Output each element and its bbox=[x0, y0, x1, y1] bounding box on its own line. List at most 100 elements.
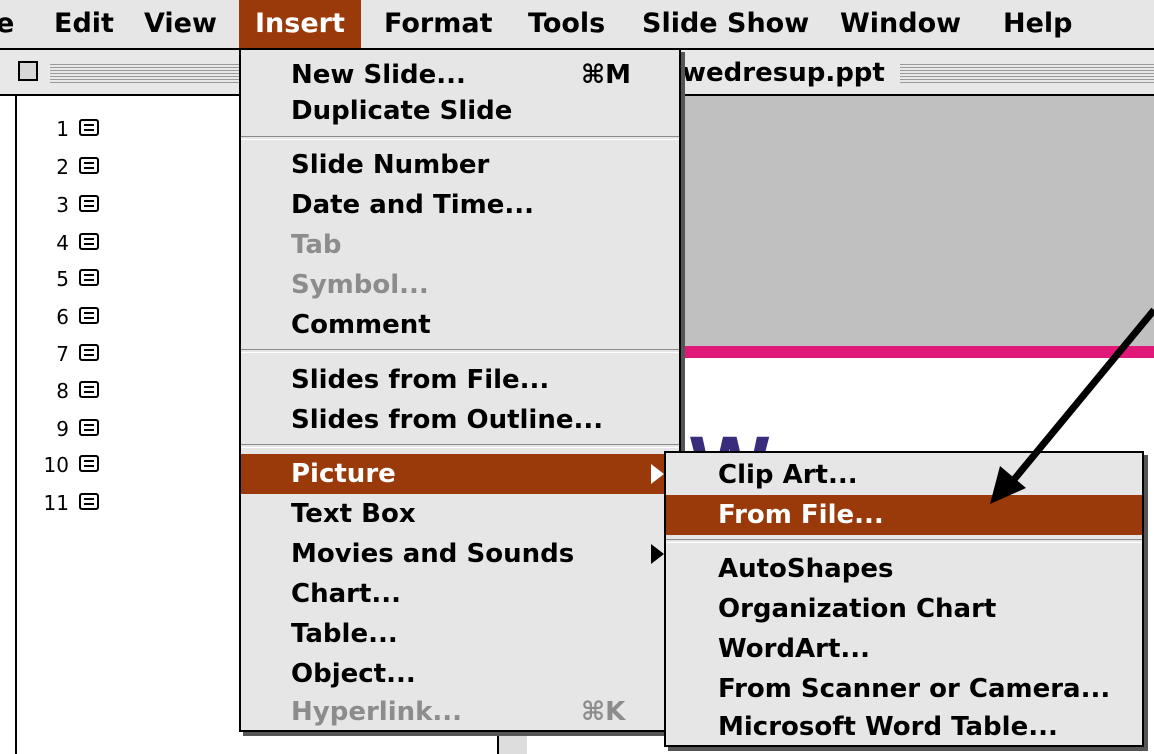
menu-tools[interactable]: Tools bbox=[528, 0, 605, 48]
insert-menu: New Slide... ⌘M Duplicate Slide Slide Nu… bbox=[239, 48, 681, 732]
submenu-item-organization-chart[interactable]: Organization Chart bbox=[666, 589, 1142, 629]
menu-separator bbox=[241, 136, 679, 140]
menu-item-label: Slides from Outline... bbox=[291, 405, 604, 435]
slide-number: 11 bbox=[43, 491, 69, 515]
menu-item-label: Symbol... bbox=[291, 270, 429, 300]
menu-item-picture[interactable]: Picture bbox=[241, 454, 679, 494]
slide-icon bbox=[79, 455, 99, 472]
menu-item-symbol: Symbol... bbox=[241, 265, 679, 305]
menu-item-label: Table... bbox=[291, 619, 398, 649]
menu-item-label: From File... bbox=[718, 500, 884, 530]
menu-help[interactable]: Help bbox=[1003, 0, 1073, 48]
slide-number: 3 bbox=[56, 193, 69, 217]
slide-icon bbox=[79, 344, 99, 361]
menu-item-shortcut: ⌘K bbox=[581, 697, 626, 727]
slide-icon bbox=[79, 269, 99, 286]
slide-icon bbox=[79, 157, 99, 174]
outline-slide-row[interactable]: 4 bbox=[17, 228, 137, 258]
submenu-item-microsoft-word-table[interactable]: Microsoft Word Table... bbox=[666, 707, 1142, 747]
menu-item-movies-and-sounds[interactable]: Movies and Sounds bbox=[241, 534, 679, 574]
menu-item-slide-number[interactable]: Slide Number bbox=[241, 145, 679, 185]
slide-icon bbox=[79, 307, 99, 324]
menu-separator bbox=[241, 444, 679, 448]
slide-number: 7 bbox=[56, 342, 69, 366]
menu-item-slides-from-outline[interactable]: Slides from Outline... bbox=[241, 400, 679, 440]
menu-item-label: Clip Art... bbox=[718, 460, 858, 490]
menu-item-label: From Scanner or Camera... bbox=[718, 674, 1111, 704]
picture-submenu: Clip Art... From File... AutoShapes Orga… bbox=[664, 451, 1144, 747]
menu-item-shortcut: ⌘M bbox=[581, 60, 631, 90]
slide-icon bbox=[79, 119, 99, 136]
menu-item-label: AutoShapes bbox=[718, 554, 894, 584]
slide-icon bbox=[79, 233, 99, 250]
submenu-item-from-file[interactable]: From File... bbox=[666, 495, 1142, 535]
submenu-arrow-icon bbox=[651, 544, 664, 564]
slide-icon bbox=[79, 195, 99, 212]
window-title: wedresup.ppt bbox=[676, 54, 891, 92]
submenu-item-clip-art[interactable]: Clip Art... bbox=[666, 455, 1142, 495]
menu-view[interactable]: View bbox=[144, 0, 217, 48]
menu-item-label: Tab bbox=[291, 230, 342, 260]
menu-item-label: Movies and Sounds bbox=[291, 539, 575, 569]
menu-item-label: Date and Time... bbox=[291, 190, 534, 220]
submenu-item-autoshapes[interactable]: AutoShapes bbox=[666, 549, 1142, 589]
outline-slide-row[interactable]: 7 bbox=[17, 339, 137, 369]
menu-item-label: Duplicate Slide bbox=[291, 96, 513, 126]
slide-accent-stripe bbox=[676, 346, 1154, 358]
menu-item-duplicate-slide[interactable]: Duplicate Slide bbox=[241, 91, 679, 131]
menu-slide-show[interactable]: Slide Show bbox=[642, 0, 809, 48]
menu-item-new-slide[interactable]: New Slide... ⌘M bbox=[241, 55, 679, 95]
outline-slide-row[interactable]: 1 bbox=[17, 114, 137, 144]
menu-file[interactable]: e bbox=[0, 0, 14, 48]
menu-item-label: Comment bbox=[291, 310, 431, 340]
outline-slide-row[interactable]: 8 bbox=[17, 376, 137, 406]
menu-item-label: Object... bbox=[291, 659, 416, 689]
slide-background bbox=[676, 96, 1154, 346]
menu-item-comment[interactable]: Comment bbox=[241, 305, 679, 345]
menu-bar: e Edit View Insert Format Tools Slide Sh… bbox=[0, 0, 1154, 50]
slide-number: 1 bbox=[56, 117, 69, 141]
menu-edit[interactable]: Edit bbox=[54, 0, 114, 48]
submenu-arrow-icon bbox=[651, 464, 664, 484]
menu-item-label: Picture bbox=[291, 459, 396, 489]
slide-number: 10 bbox=[43, 453, 69, 477]
title-bar-stripes bbox=[50, 62, 240, 84]
menu-item-label: WordArt... bbox=[718, 634, 871, 664]
slide-number: 8 bbox=[56, 379, 69, 403]
slide-number: 5 bbox=[56, 267, 69, 291]
menu-item-label: New Slide... bbox=[291, 60, 466, 90]
menu-item-text-box[interactable]: Text Box bbox=[241, 494, 679, 534]
outline-slide-row[interactable]: 6 bbox=[17, 302, 137, 332]
menu-item-object[interactable]: Object... bbox=[241, 654, 679, 694]
outline-slide-row[interactable]: 11 bbox=[17, 488, 137, 518]
title-bar-stripes-right bbox=[900, 62, 1154, 84]
menu-item-label: Hyperlink... bbox=[291, 697, 463, 727]
menu-item-table[interactable]: Table... bbox=[241, 614, 679, 654]
menu-window[interactable]: Window bbox=[840, 0, 961, 48]
outline-slide-row[interactable]: 9 bbox=[17, 414, 137, 444]
window-close-box[interactable] bbox=[18, 61, 38, 81]
slide-number: 4 bbox=[56, 231, 69, 255]
submenu-item-from-scanner-or-camera[interactable]: From Scanner or Camera... bbox=[666, 669, 1142, 709]
outline-slide-row[interactable]: 5 bbox=[17, 264, 137, 294]
slide-icon bbox=[79, 381, 99, 398]
slide-icon bbox=[79, 493, 99, 510]
menu-separator bbox=[241, 349, 679, 353]
slide-number: 2 bbox=[56, 155, 69, 179]
menu-format[interactable]: Format bbox=[384, 0, 492, 48]
menu-item-hyperlink: Hyperlink... ⌘K bbox=[241, 692, 679, 732]
submenu-item-wordart[interactable]: WordArt... bbox=[666, 629, 1142, 669]
menu-item-tab: Tab bbox=[241, 225, 679, 265]
outline-slide-row[interactable]: 3 bbox=[17, 190, 137, 220]
menu-item-date-and-time[interactable]: Date and Time... bbox=[241, 185, 679, 225]
slide-icon bbox=[79, 419, 99, 436]
slide-number: 6 bbox=[56, 305, 69, 329]
outline-slide-row[interactable]: 10 bbox=[17, 450, 137, 480]
menu-item-slides-from-file[interactable]: Slides from File... bbox=[241, 360, 679, 400]
outline-slide-row[interactable]: 2 bbox=[17, 152, 137, 182]
menu-insert[interactable]: Insert bbox=[239, 0, 361, 48]
menu-item-chart[interactable]: Chart... bbox=[241, 574, 679, 614]
menu-item-label: Text Box bbox=[291, 499, 416, 529]
menu-item-label: Slides from File... bbox=[291, 365, 550, 395]
menu-separator bbox=[666, 539, 1142, 543]
